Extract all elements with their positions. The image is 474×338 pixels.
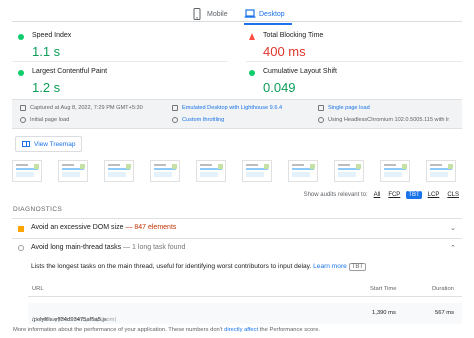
pass-indicator-icon bbox=[18, 34, 24, 40]
audit-title-text: Avoid long main-thread tasks bbox=[31, 244, 122, 251]
metric-value: 1.2 s bbox=[32, 80, 61, 95]
average-indicator-icon bbox=[18, 226, 24, 232]
footer-note: More information about the performance o… bbox=[13, 327, 320, 333]
fail-indicator-icon bbox=[249, 33, 255, 40]
laptop-icon bbox=[172, 105, 178, 111]
info-captured: Captured at Aug 8, 2022, 7:29 PM GMT+5:3… bbox=[20, 105, 143, 111]
filmstrip-frame bbox=[242, 160, 272, 182]
pass-indicator-icon bbox=[249, 70, 255, 76]
audit-description-text: Lists the longest tasks on the main thre… bbox=[31, 263, 312, 270]
timer-icon bbox=[20, 117, 26, 123]
phone-icon bbox=[192, 8, 202, 20]
filmstrip-frame bbox=[196, 160, 226, 182]
chevron-up-icon[interactable]: ⌃ bbox=[450, 244, 456, 252]
column-duration: Duration bbox=[432, 286, 454, 292]
metric-label: Largest Contentful Paint bbox=[32, 68, 108, 75]
audit-long-tasks[interactable]: Avoid long main-thread tasks — 1 long ta… bbox=[12, 238, 462, 258]
info-browser-text: Using HeadlessChromium 102.0.5005.115 wi… bbox=[328, 117, 450, 123]
learn-more-link[interactable]: Learn more bbox=[313, 263, 347, 270]
metric-divider bbox=[12, 61, 228, 62]
filmstrip bbox=[12, 160, 462, 182]
audit-detail: 847 elements bbox=[134, 224, 177, 231]
filter-label: Show audits relevant to: bbox=[303, 192, 368, 198]
directly-affect-link[interactable]: directly affect bbox=[224, 327, 258, 333]
filmstrip-frame bbox=[104, 160, 134, 182]
filmstrip-frame bbox=[12, 160, 42, 182]
view-treemap-label: View Treemap bbox=[34, 140, 76, 148]
metric-label: Cumulative Layout Shift bbox=[263, 68, 337, 75]
audit-title: Avoid an excessive DOM size — 847 elemen… bbox=[31, 224, 176, 231]
metric-divider bbox=[246, 61, 462, 62]
pass-indicator-icon bbox=[18, 70, 24, 76]
filmstrip-frame bbox=[58, 160, 88, 182]
long-tasks-table: URL Start Time Duration /polyfills.eff34… bbox=[28, 281, 462, 324]
info-browser: Using HeadlessChromium 102.0.5005.115 wi… bbox=[318, 117, 449, 123]
row-start-time: 1,390 ms bbox=[372, 310, 396, 316]
throttling-link[interactable]: Custom throttling bbox=[182, 117, 224, 123]
filmstrip-frame bbox=[334, 160, 364, 182]
calendar-icon bbox=[20, 105, 26, 111]
single-load-link[interactable]: Single page load bbox=[328, 105, 370, 111]
audit-dom-size[interactable]: Avoid an excessive DOM size — 847 elemen… bbox=[12, 218, 462, 238]
filter-chip-all[interactable]: All bbox=[372, 191, 383, 199]
document-icon bbox=[318, 105, 324, 111]
browser-icon bbox=[318, 117, 324, 123]
table-row: /polyfills.eff34d93475af5a5.js (demo.cry… bbox=[28, 303, 462, 324]
tab-mobile-label: Mobile bbox=[207, 10, 228, 18]
audit-title-text: Avoid an excessive DOM size bbox=[31, 224, 124, 231]
throttle-icon bbox=[172, 117, 178, 123]
active-tab-indicator bbox=[244, 23, 292, 25]
filmstrip-frame bbox=[380, 160, 410, 182]
audit-separator: — bbox=[123, 224, 135, 231]
column-start-time: Start Time bbox=[370, 286, 397, 292]
info-initial-load: Initial page load bbox=[20, 117, 69, 123]
metric-value: 400 ms bbox=[263, 44, 306, 59]
info-throttling: Custom throttling bbox=[172, 117, 224, 123]
filter-chip-cls[interactable]: CLS bbox=[445, 191, 461, 199]
informative-indicator-icon bbox=[18, 245, 24, 251]
tbt-badge: TBT bbox=[348, 263, 367, 271]
filter-chip-fcp[interactable]: FCP bbox=[386, 191, 402, 199]
column-url: URL bbox=[32, 286, 44, 292]
diagnostics-heading: DIAGNOSTICS bbox=[13, 206, 63, 213]
emulated-link[interactable]: Emulated Desktop with Lighthouse 9.6.4 bbox=[182, 105, 282, 111]
treemap-icon bbox=[22, 141, 30, 147]
info-initial-text: Initial page load bbox=[30, 117, 70, 123]
info-emulated: Emulated Desktop with Lighthouse 9.6.4 bbox=[172, 105, 282, 111]
runtime-settings: Captured at Aug 8, 2022, 7:29 PM GMT+5:3… bbox=[12, 99, 462, 129]
footer-text-before: More information about the performance o… bbox=[13, 327, 223, 333]
laptop-icon bbox=[244, 8, 256, 20]
chevron-down-icon[interactable]: ⌄ bbox=[450, 224, 456, 232]
audit-title: Avoid long main-thread tasks — 1 long ta… bbox=[31, 244, 185, 251]
metric-label: Speed Index bbox=[32, 32, 72, 39]
row-duration: 567 ms bbox=[435, 310, 455, 316]
tab-desktop-label: Desktop bbox=[259, 10, 285, 18]
audit-description: Lists the longest tasks on the main thre… bbox=[31, 263, 367, 271]
metric-label: Total Blocking Time bbox=[263, 32, 324, 39]
filter-chip-lcp[interactable]: LCP bbox=[426, 191, 442, 199]
view-treemap-button[interactable]: View Treemap bbox=[15, 136, 83, 152]
filmstrip-frame bbox=[288, 160, 318, 182]
audit-detail: 1 long task found bbox=[132, 244, 186, 251]
filmstrip-frame bbox=[426, 160, 456, 182]
row-url-host: (demo.cryptocurrencyscript.com) bbox=[32, 317, 117, 323]
audit-filter: Show audits relevant to: All FCP TBT LCP… bbox=[304, 191, 461, 199]
metric-value: 0.049 bbox=[263, 80, 296, 95]
table-header: URL Start Time Duration bbox=[28, 281, 462, 297]
footer-text-after: the Performance score. bbox=[259, 327, 321, 333]
info-single-load: Single page load bbox=[318, 105, 370, 111]
info-captured-text: Captured at Aug 8, 2022, 7:29 PM GMT+5:3… bbox=[30, 105, 143, 111]
tabs-divider bbox=[12, 21, 462, 22]
filter-chip-tbt[interactable]: TBT bbox=[406, 191, 422, 199]
filmstrip-frame bbox=[150, 160, 180, 182]
audit-separator: — bbox=[121, 244, 133, 251]
metric-value: 1.1 s bbox=[32, 44, 61, 59]
